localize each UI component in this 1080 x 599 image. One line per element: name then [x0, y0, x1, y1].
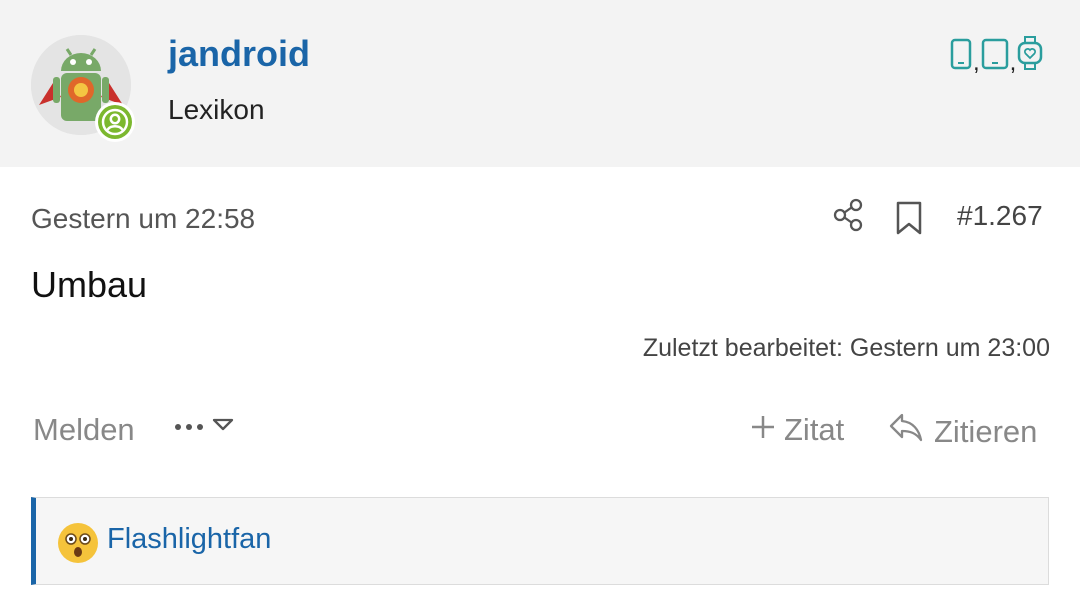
add-quote-label: Zitat [784, 412, 845, 447]
astonished-face-emoji-icon [58, 523, 98, 563]
device-separator: , [973, 49, 980, 76]
post-number[interactable]: #1.267 [957, 200, 1043, 232]
share-icon[interactable] [832, 198, 866, 232]
online-user-icon [95, 102, 135, 142]
author-avatar[interactable] [31, 35, 139, 143]
edited-note: Zuletzt bearbeitet: Gestern um 23:00 [642, 334, 1050, 362]
post-content: Umbau [31, 264, 148, 305]
quote-label: Zitieren [934, 414, 1038, 449]
author-username[interactable]: jandroid [168, 33, 310, 75]
reply-arrow-icon [888, 412, 924, 452]
device-separator: , [1009, 49, 1017, 76]
post-action-bar: Melden Zitat Zitieren [0, 410, 1080, 454]
more-options-button[interactable] [174, 418, 234, 437]
post-timestamp[interactable]: Gestern um 22:58 [31, 203, 255, 235]
add-quote-button[interactable]: Zitat [750, 412, 844, 448]
tablet-icon [981, 38, 1009, 75]
chevron-down-icon [212, 418, 234, 437]
reaction-user-link[interactable]: Flashlightfan [107, 523, 271, 556]
plus-icon [750, 412, 776, 448]
reactions-box: Flashlightfan [31, 497, 1049, 585]
author-user-title: Lexikon [168, 94, 265, 125]
smartphone-icon [950, 38, 972, 75]
smartwatch-icon [1017, 36, 1043, 75]
more-dots-icon [174, 419, 206, 437]
post-author-header: jandroid Lexikon , , [0, 0, 1080, 167]
quote-button[interactable]: Zitieren [888, 412, 1037, 452]
author-devices: , , [950, 36, 1043, 75]
report-button[interactable]: Melden [33, 412, 135, 448]
bookmark-icon[interactable] [895, 201, 923, 235]
